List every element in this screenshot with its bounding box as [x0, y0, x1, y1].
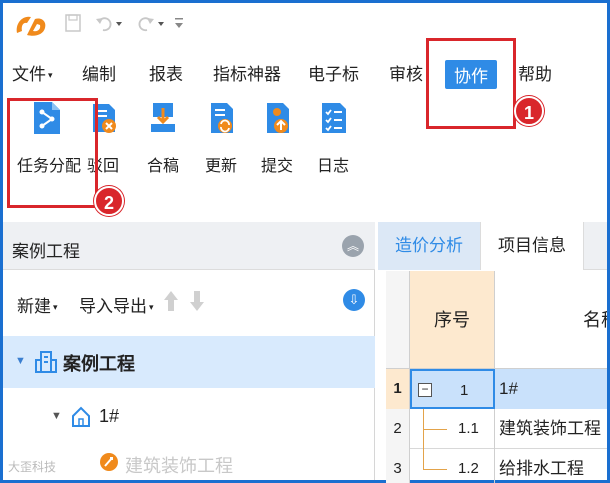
grid-corner — [386, 271, 410, 369]
name-cell[interactable]: 建筑装饰工程 — [495, 409, 607, 449]
tree-toolbar: 新建 ▾ 导入导出 ▾ ⇩ — [3, 271, 375, 327]
log-button[interactable]: 日志 — [308, 100, 358, 176]
building-icon — [35, 351, 57, 373]
tree-line — [423, 469, 447, 470]
merge-icon — [151, 103, 175, 132]
expand-icon[interactable]: ▼ — [15, 355, 26, 367]
house-icon — [72, 406, 90, 427]
panel-title: 案例工程 — [12, 242, 80, 261]
menu-e-bid[interactable]: 电子标 — [308, 60, 359, 85]
header-name[interactable]: 名称 — [495, 271, 607, 369]
submit-icon — [267, 103, 289, 133]
import-export-dropdown[interactable]: 导入导出 ▾ — [79, 292, 154, 317]
seq-cell[interactable]: 1.2 — [410, 449, 495, 483]
menu-review[interactable]: 审核 — [389, 60, 423, 85]
menu-compile[interactable]: 编制 — [82, 60, 116, 85]
table-row[interactable]: 3 1.2 给排水工程 — [386, 449, 607, 483]
table-row[interactable]: 1 − 1 1# — [386, 369, 607, 409]
callout-box-1 — [426, 38, 516, 129]
row-number: 3 — [386, 449, 410, 483]
merge-button[interactable]: 合稿 — [138, 100, 188, 176]
analysis-panel: 造价分析 项目信息 序号 名称 1 − 1 1# 2 1.1 建筑装饰工程 3 — [378, 222, 607, 483]
tab-cost-analysis[interactable]: 造价分析 — [378, 222, 480, 270]
undo-icon[interactable] — [95, 14, 123, 32]
menu-bar: 文件 ▾ 编制 报表 指标神器 电子标 审核 协作 帮助 — [3, 56, 607, 90]
log-icon — [322, 103, 346, 133]
seq-cell[interactable]: − 1 — [410, 369, 495, 409]
panel-header: 案例工程 ︽ — [3, 222, 375, 270]
download-icon[interactable]: ⇩ — [343, 289, 365, 311]
tree-label-building: 1# — [99, 406, 120, 426]
seq-value: 1.2 — [458, 460, 479, 477]
update-button[interactable]: 更新 — [196, 100, 246, 176]
merge-label: 合稿 — [146, 158, 179, 175]
collapse-panel-icon[interactable]: ︽ — [342, 235, 364, 257]
tree-line — [423, 429, 447, 430]
unit-project-icon — [100, 453, 118, 471]
submit-button[interactable]: 提交 — [252, 100, 302, 176]
update-label: 更新 — [204, 158, 237, 175]
callout-box-2 — [7, 98, 98, 208]
name-cell[interactable]: 1# — [495, 369, 607, 409]
expand-icon[interactable]: ▼ — [51, 410, 62, 422]
update-icon — [211, 103, 233, 133]
tree-item-project[interactable]: ▼ 案例工程 — [3, 336, 375, 388]
menu-report[interactable]: 报表 — [149, 60, 183, 85]
project-tree-panel: 案例工程 ︽ 新建 ▾ 导入导出 ▾ ⇩ ▼ 案例工程 ▼ 1# 建筑装饰工程 — [3, 222, 375, 480]
menu-help[interactable]: 帮助 — [518, 60, 552, 85]
customize-icon[interactable] — [173, 14, 185, 32]
menu-index-tool[interactable]: 指标神器 — [213, 60, 281, 85]
save-icon[interactable] — [65, 14, 81, 32]
seq-value: 1 — [460, 382, 469, 399]
watermark: 大歪科技 — [8, 460, 57, 474]
callout-badge-2: 2 — [94, 186, 124, 216]
move-up-icon[interactable] — [163, 289, 179, 313]
tree-label-unit: 建筑装饰工程 — [125, 456, 233, 476]
callout-badge-1: 1 — [514, 96, 544, 126]
cost-grid: 序号 名称 1 − 1 1# 2 1.1 建筑装饰工程 3 1.2 — [378, 271, 607, 483]
seq-value: 1.1 — [458, 420, 479, 437]
table-row[interactable]: 2 1.1 建筑装饰工程 — [386, 409, 607, 449]
submit-label: 提交 — [260, 158, 293, 175]
tree-item-building[interactable]: ▼ 1# — [3, 392, 375, 444]
seq-cell[interactable]: 1.1 — [410, 409, 495, 449]
log-label: 日志 — [316, 158, 349, 175]
tab-project-info[interactable]: 项目信息 — [480, 222, 584, 270]
name-cell[interactable]: 给排水工程 — [495, 449, 607, 483]
row-number: 1 — [386, 369, 410, 409]
app-logo-icon — [16, 16, 46, 36]
redo-icon[interactable] — [137, 14, 165, 32]
tree-item-unit[interactable]: 建筑装饰工程 — [3, 442, 375, 483]
tree-label-project: 案例工程 — [63, 354, 135, 374]
title-bar — [3, 3, 607, 43]
collapse-row-icon[interactable]: − — [418, 383, 432, 397]
tree-line — [423, 449, 424, 469]
move-down-icon[interactable] — [189, 289, 205, 313]
menu-file[interactable]: 文件 ▾ — [12, 60, 53, 85]
header-seq[interactable]: 序号 — [410, 271, 495, 369]
tab-bar: 造价分析 项目信息 — [378, 222, 607, 270]
row-number: 2 — [386, 409, 410, 449]
new-dropdown[interactable]: 新建 ▾ — [17, 292, 58, 317]
